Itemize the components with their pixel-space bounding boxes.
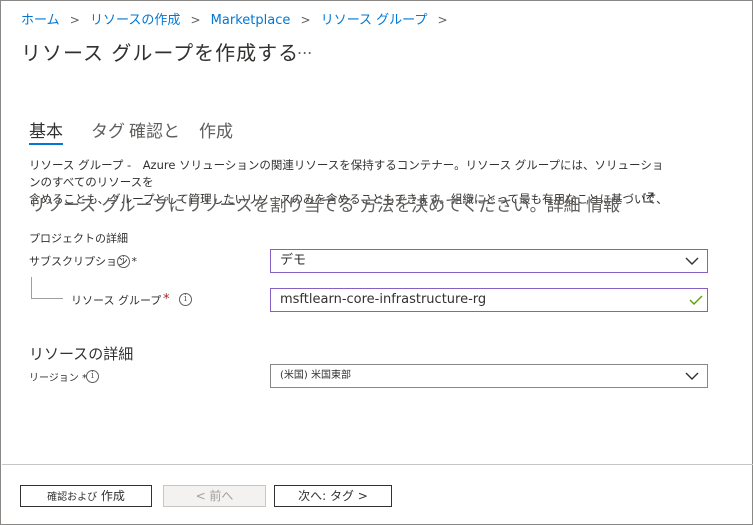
previous-button[interactable]: < 前へ xyxy=(163,485,266,507)
description-line: リソース グループ - Azure ソリューションの関連リソースを保持するコンテ… xyxy=(29,158,664,189)
chevron-down-icon xyxy=(685,372,699,380)
breadcrumb-marketplace[interactable]: Marketplace xyxy=(211,13,291,28)
resource-group-input[interactable]: msftlearn-core-infrastructure-rg xyxy=(270,288,708,312)
breadcrumb: ホーム > リソースの作成 > Marketplace > リソース グループ … xyxy=(21,9,454,28)
more-options-button[interactable]: ... xyxy=(297,39,312,58)
tree-connector xyxy=(31,298,63,299)
review-create-label: 作成 xyxy=(100,489,125,503)
subscription-value: デモ xyxy=(280,253,307,268)
resource-group-label: リソース グループ xyxy=(71,294,162,307)
footer-divider xyxy=(2,464,753,465)
breadcrumb-separator: > xyxy=(437,13,448,27)
tab-active-indicator xyxy=(29,143,63,145)
tab-tags[interactable]: タグ xyxy=(91,117,125,142)
breadcrumb-create-resource[interactable]: リソースの作成 xyxy=(90,9,180,28)
page-frame: ホーム > リソースの作成 > Marketplace > リソース グループ … xyxy=(0,0,753,525)
resource-group-value: msftlearn-core-infrastructure-rg xyxy=(280,292,487,307)
required-marker: * xyxy=(163,292,170,307)
breadcrumb-resource-group[interactable]: リソース グループ xyxy=(321,9,428,28)
review-create-button[interactable]: 確認および 作成 xyxy=(20,485,152,507)
info-icon[interactable]: i xyxy=(179,293,192,306)
breadcrumb-home[interactable]: ホーム xyxy=(21,9,60,28)
checkmark-icon xyxy=(689,295,703,305)
breadcrumb-separator: > xyxy=(300,13,311,27)
region-dropdown[interactable]: (米国) 米国東部 xyxy=(270,364,708,388)
next-tags-button[interactable]: 次へ: タグ > xyxy=(274,485,392,507)
region-value: (米国) 米国東部 xyxy=(280,370,351,381)
review-create-prefix: 確認および xyxy=(47,492,98,503)
resource-details-heading: リソースの詳細 xyxy=(29,345,134,363)
description-learn-more[interactable]: リソース グループにリソースを割り当てる 方法を決めてください。詳細 情報 xyxy=(29,191,620,216)
project-details-heading: プロジェクトの詳細 xyxy=(29,232,128,245)
external-link-icon[interactable] xyxy=(641,191,655,205)
breadcrumb-separator: > xyxy=(190,13,201,27)
tab-create[interactable]: 作成 xyxy=(199,117,233,142)
info-icon[interactable]: i xyxy=(86,370,99,383)
tab-label: 基本 xyxy=(29,122,63,142)
info-icon[interactable]: i xyxy=(117,255,130,268)
chevron-down-icon xyxy=(685,257,699,265)
tab-basics[interactable]: 基本 xyxy=(29,117,63,145)
region-label: リージョン * xyxy=(29,373,87,384)
breadcrumb-separator: > xyxy=(69,13,80,27)
subscription-dropdown[interactable]: デモ xyxy=(270,249,708,273)
tree-connector xyxy=(31,277,32,298)
page-title: リソース グループを作成する xyxy=(21,41,300,65)
tab-review[interactable]: 確認と xyxy=(129,117,180,142)
